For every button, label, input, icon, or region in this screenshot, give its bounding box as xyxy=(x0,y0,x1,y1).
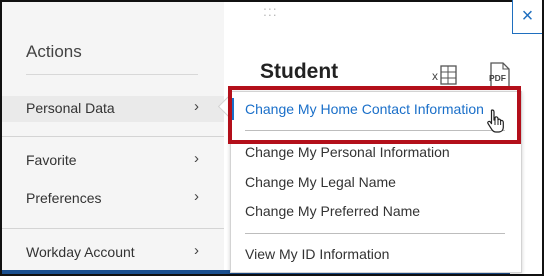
chevron-right-icon: › xyxy=(194,188,199,205)
pdf-icon-text: PDF xyxy=(489,73,506,83)
chevron-right-icon: › xyxy=(194,150,199,167)
hand-pointer-icon xyxy=(487,109,504,133)
menu-item-preferences[interactable]: Preferences › xyxy=(2,186,224,212)
divider xyxy=(2,228,224,229)
divider xyxy=(26,74,198,75)
actions-panel: Actions Personal Data › Favorite › Prefe… xyxy=(2,2,224,274)
submenu-item-change-legal-name[interactable]: Change My Legal Name xyxy=(245,174,396,190)
menu-item-label: Preferences xyxy=(26,190,102,206)
svg-text:x: x xyxy=(432,69,438,83)
submenu-item-change-preferred-name[interactable]: Change My Preferred Name xyxy=(245,203,420,219)
excel-export-icon[interactable]: x xyxy=(432,64,458,86)
chevron-right-icon: › xyxy=(194,242,199,259)
chevron-right-icon: › xyxy=(194,98,199,115)
submenu-item-view-id-info[interactable]: View My ID Information xyxy=(245,246,389,262)
menu-item-label: Favorite xyxy=(26,152,77,168)
submenu-item-change-home-contact[interactable]: Change My Home Contact Information xyxy=(245,101,484,117)
pdf-export-icon[interactable]: PDF xyxy=(486,62,512,88)
menu-item-label: Personal Data xyxy=(26,100,115,116)
menu-item-personal-data[interactable]: Personal Data › xyxy=(2,96,224,122)
drag-handle-icon[interactable]: ::: xyxy=(263,3,278,19)
close-button[interactable]: × xyxy=(512,0,542,34)
actions-title: Actions xyxy=(26,42,82,61)
personal-data-submenu: Change My Home Contact Information Chang… xyxy=(230,91,522,273)
divider xyxy=(2,136,224,137)
active-indicator xyxy=(231,98,234,120)
page-title: Student xyxy=(260,60,339,83)
menu-item-label: Workday Account xyxy=(26,244,135,260)
divider xyxy=(245,233,505,234)
menu-item-favorite[interactable]: Favorite › xyxy=(2,148,224,174)
submenu-item-change-personal-info[interactable]: Change My Personal Information xyxy=(245,144,450,160)
divider xyxy=(245,130,505,131)
menu-item-workday-account[interactable]: Workday Account › xyxy=(2,240,224,266)
